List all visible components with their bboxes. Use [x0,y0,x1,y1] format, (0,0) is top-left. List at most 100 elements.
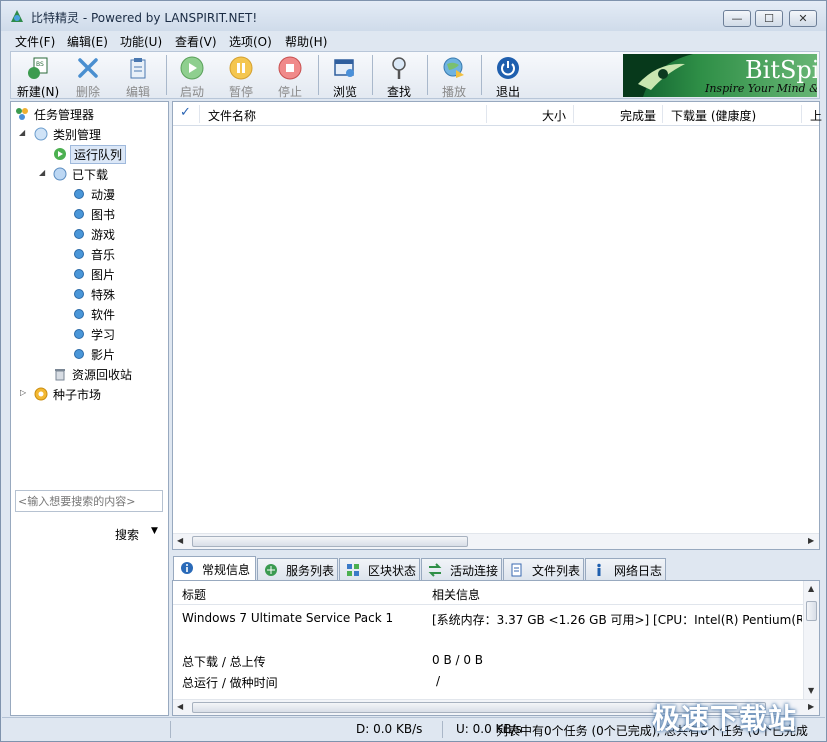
menu-help[interactable]: 帮助(H) [285,33,327,50]
tree-label: 任务管理器 [34,108,95,122]
maximize-button[interactable]: ☐ [755,10,783,27]
tree-item-category-management[interactable]: 类别管理 [34,125,154,143]
toolbar-separator [481,55,482,95]
category-dot-icon [74,189,84,199]
delete-button[interactable]: 删除 [63,53,113,99]
tab-active-connections[interactable]: 活动连接 [421,558,502,580]
os-version-label: Windows 7 Ultimate Service Pack 1 [182,611,394,625]
column-completed[interactable]: 完成量 [620,107,656,124]
tree-item-task-manager[interactable]: 任务管理器 [15,105,155,123]
globe-icon [443,57,464,78]
scroll-right-icon[interactable]: ▶ [808,536,814,545]
power-icon [497,57,519,79]
search-button[interactable]: 搜索 [115,526,139,543]
eye-logo-icon [623,54,693,97]
tree-item-anime[interactable]: 动漫 [72,185,142,203]
menu-function[interactable]: 功能(U) [120,33,162,50]
new-label: 新建(N) [16,85,60,99]
tab-block-status[interactable]: 区块状态 [339,558,420,580]
scroll-right-icon[interactable]: ▶ [808,702,814,711]
tree-item-music[interactable]: 音乐 [72,245,142,263]
scroll-thumb[interactable] [806,601,817,621]
tab-label: 区块状态 [368,564,417,578]
total-runtime-value: / [436,674,441,688]
tab-label: 服务列表 [286,564,335,578]
menu-view[interactable]: 查看(V) [175,33,217,50]
tab-network-log[interactable]: 网络日志 [585,558,666,580]
task-list-hscrollbar[interactable]: ◀ ▶ [173,533,819,549]
category-dot-icon [74,309,84,319]
select-all-check-icon[interactable]: ✓ [180,105,191,120]
menu-edit[interactable]: 编辑(E) [67,33,108,50]
collapse-icon[interactable]: ◢ [39,169,47,177]
new-task-icon: BS [28,57,48,79]
tab-server-list[interactable]: 服务列表 [257,558,338,580]
downloaded-icon [53,167,67,181]
menu-options[interactable]: 选项(O) [229,33,272,50]
category-tree-pane: 任务管理器 ◢ 类别管理 运行队列 ◢ 已下载 动漫 图书 游戏 音乐 图片 特… [10,101,169,716]
collapse-icon[interactable]: ◢ [19,129,27,137]
category-icon [34,127,48,141]
column-size[interactable]: 大小 [542,107,566,124]
tree-item-games[interactable]: 游戏 [72,225,142,243]
pause-button[interactable]: 暂停 [216,53,266,99]
tree-item-downloaded[interactable]: 已下载 [53,165,133,183]
menu-bar: 文件(F) 编辑(E) 功能(U) 查看(V) 选项(O) 帮助(H) [2,31,825,51]
tree-item-software[interactable]: 软件 [72,305,142,323]
close-icon: ✕ [798,12,808,25]
tree-item-study[interactable]: 学习 [72,325,142,343]
recycle-bin-icon [55,369,65,381]
column-filename[interactable]: 文件名称 [208,107,256,124]
search-dropdown-icon[interactable]: ▼ [151,526,158,536]
scroll-up-icon[interactable]: ▲ [808,584,814,593]
tree-label: 运行队列 [70,145,127,164]
tree-item-books[interactable]: 图书 [72,205,142,223]
tree-label: 动漫 [91,188,116,202]
start-label: 启动 [179,85,204,99]
minimize-icon: — [731,12,743,25]
tree-label: 资源回收站 [72,368,133,382]
scroll-left-icon[interactable]: ◀ [177,536,183,545]
app-window: 比特精灵 - Powered by LANSPIRIT.NET! — ☐ ✕ 文… [0,0,827,742]
column-separator [573,105,574,123]
log-info-icon [597,563,601,576]
tree-item-seed-market[interactable]: 种子市场 [34,385,134,403]
play-label: 播放 [441,85,466,99]
find-button[interactable]: 查找 [374,53,424,99]
tree-item-recycle-bin[interactable]: 资源回收站 [53,365,153,383]
tree-item-pictures[interactable]: 图片 [72,265,142,283]
scroll-down-icon[interactable]: ▼ [808,686,814,695]
detail-vscrollbar[interactable]: ▲ ▼ [803,581,819,699]
menu-file[interactable]: 文件(F) [15,33,55,50]
minimize-button[interactable]: — [723,10,751,27]
tree-item-running-queue[interactable]: 运行队列 [53,145,133,164]
start-button[interactable]: 启动 [167,53,217,99]
seed-market-icon [34,387,48,401]
column-separator [801,105,802,123]
scroll-left-icon[interactable]: ◀ [177,702,183,711]
expand-icon[interactable]: ▷ [20,389,28,397]
tree-label: 类别管理 [53,128,102,142]
search-icon [392,57,406,79]
browse-button[interactable]: 浏览 [320,53,370,99]
new-button[interactable]: BS 新建(N) [13,53,63,99]
tree-item-special[interactable]: 特殊 [72,285,142,303]
stop-button[interactable]: 停止 [265,53,315,99]
server-list-icon [265,564,277,576]
edit-button[interactable]: 编辑 [113,53,163,99]
category-dot-icon [74,329,84,339]
tree-item-movies[interactable]: 影片 [72,345,142,363]
task-list: ✓ 文件名称 大小 完成量 下载量 (健康度) 上 ◀ ▶ [172,101,822,550]
status-separator [442,721,443,738]
close-button[interactable]: ✕ [789,10,817,27]
download-speed: D: 0.0 KB/s [356,722,423,736]
search-input[interactable] [15,490,163,512]
column-downloaded-health[interactable]: 下载量 (健康度) [671,107,756,124]
tab-file-list[interactable]: 文件列表 [503,558,584,580]
play-media-button[interactable]: 播放 [429,53,479,99]
column-upload[interactable]: 上 [810,107,822,124]
scroll-thumb[interactable] [192,536,468,547]
column-separator [199,105,200,123]
tab-general-info[interactable]: 常规信息 [173,556,256,580]
exit-button[interactable]: 退出 [483,53,533,99]
